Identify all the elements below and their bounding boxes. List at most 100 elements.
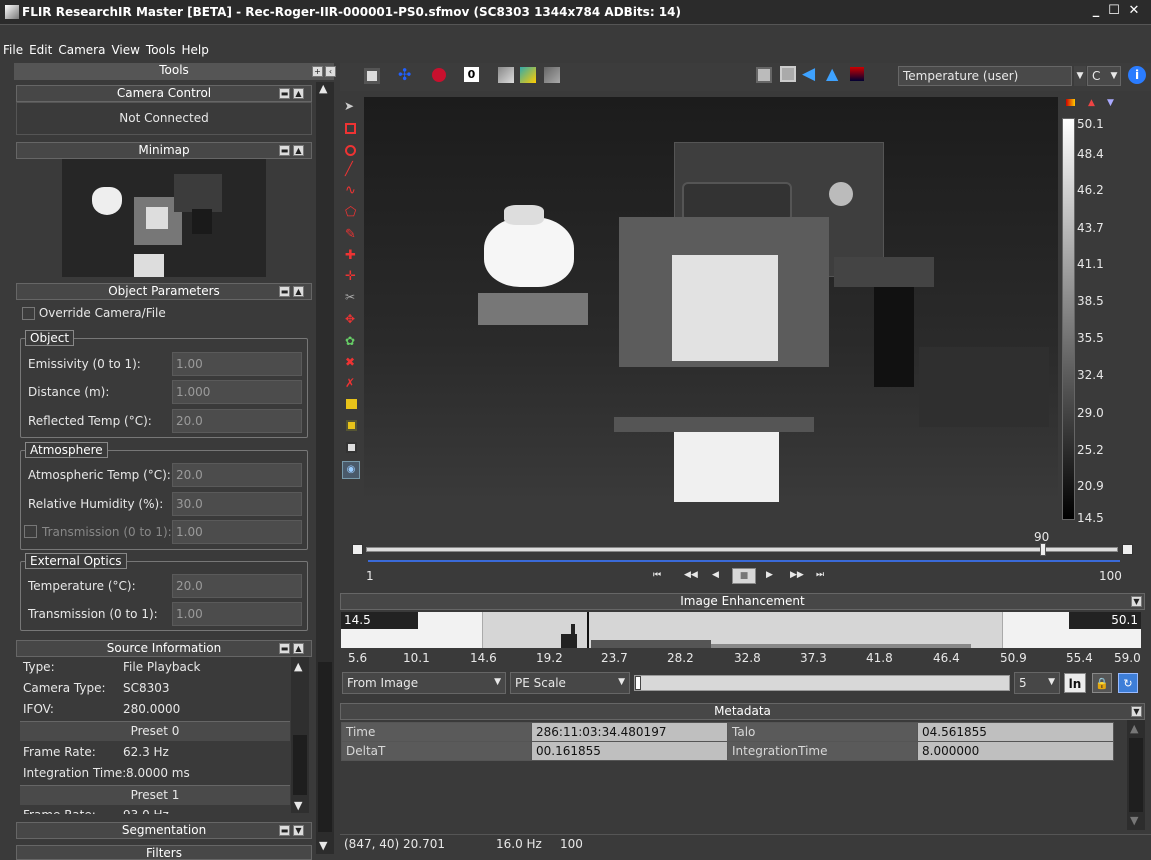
camera-control-header[interactable]: Camera Control ▬ ▲ <box>16 85 312 102</box>
reflected-field[interactable]: 20.0 <box>172 409 302 433</box>
metadata-scroll-up-icon[interactable]: ▲ <box>1130 722 1138 735</box>
scroll-up-icon[interactable]: ▲ <box>294 660 302 673</box>
scale-dropdown-icon[interactable]: ▼ <box>618 677 625 687</box>
rectangle-tool-icon[interactable] <box>345 123 356 134</box>
maximize-button[interactable]: ☐ <box>1106 3 1122 18</box>
layout-icon[interactable] <box>756 67 772 83</box>
zero-icon[interactable]: 0 <box>464 67 479 82</box>
menu-help[interactable]: Help <box>178 41 211 59</box>
preset1-header[interactable]: Preset 1 <box>20 785 290 805</box>
enhancement-slider[interactable] <box>634 675 1010 691</box>
color-roi-icon[interactable]: ✿ <box>345 334 355 348</box>
enhancement-slider-thumb[interactable] <box>635 676 641 690</box>
last-frame-icon[interactable]: ⏭ <box>816 570 824 580</box>
minimap-header[interactable]: Minimap ▬ ▲ <box>16 142 312 159</box>
scale-select[interactable]: PE Scale ▼ <box>510 672 630 694</box>
flip-horizontal-icon[interactable]: ◀ <box>802 64 815 84</box>
disk-icon[interactable] <box>346 442 357 453</box>
segmentation-min-icon[interactable]: ▬ <box>279 825 290 836</box>
optics-temp-field[interactable]: 20.0 <box>172 574 302 598</box>
camera-control-collapse-icon[interactable]: ▲ <box>293 88 304 99</box>
emissivity-field[interactable]: 1.00 <box>172 352 302 376</box>
level-select[interactable]: 5 ▼ <box>1014 672 1060 694</box>
roi-tool-icon[interactable]: ✥ <box>345 312 355 326</box>
point-tool-icon[interactable]: ✚ <box>345 248 356 263</box>
palette-top-icon[interactable] <box>1066 99 1075 106</box>
metadata-scroll-thumb[interactable] <box>1129 738 1143 812</box>
ln-button[interactable]: ln <box>1064 673 1086 693</box>
delete-roi-icon[interactable]: ✖ <box>345 355 355 369</box>
histogram-min[interactable]: 14.5 <box>341 612 418 629</box>
step-forward-icon[interactable]: ▶ <box>766 570 773 580</box>
range-down-icon[interactable]: ▼ <box>1107 98 1114 108</box>
menu-tools[interactable]: Tools <box>143 41 179 59</box>
source-info-min-icon[interactable]: ▬ <box>279 643 290 654</box>
histogram[interactable]: 14.5 50.1 <box>341 612 1141 648</box>
metadata-scroll-down-icon[interactable]: ▼ <box>1130 814 1138 827</box>
transmission-checkbox[interactable] <box>24 525 37 538</box>
source-info-header[interactable]: Source Information ▬ ▲ <box>16 640 312 657</box>
scroll-thumb[interactable] <box>293 735 307 795</box>
override-checkbox[interactable] <box>22 307 35 320</box>
humidity-field[interactable]: 30.0 <box>172 492 302 516</box>
preset0-header[interactable]: Preset 0 <box>20 721 290 741</box>
distance-field[interactable]: 1.000 <box>172 380 302 404</box>
filters-header[interactable]: Filters <box>16 845 312 860</box>
first-frame-icon[interactable]: ⏮ <box>653 570 661 580</box>
thermal-image[interactable] <box>364 97 1058 502</box>
enhancement-header[interactable]: Image Enhancement ▼ <box>340 593 1145 610</box>
save-roi-icon[interactable] <box>346 420 357 431</box>
flip-vertical-icon[interactable]: ▲ <box>826 64 838 83</box>
source-info-scrollbar[interactable]: ▲ ▼ <box>291 657 309 813</box>
export-icon[interactable] <box>544 67 560 83</box>
tools-scroll-thumb[interactable] <box>318 662 332 832</box>
object-params-min-icon[interactable]: ▬ <box>279 286 290 297</box>
colorbar[interactable] <box>1062 118 1075 520</box>
atmo-temp-field[interactable]: 20.0 <box>172 463 302 487</box>
refresh-icon[interactable]: ↻ <box>1118 673 1138 693</box>
rewind-icon[interactable]: ◀◀ <box>684 570 698 580</box>
units-dropdown-icon[interactable]: ▼ <box>1074 66 1086 86</box>
enhancement-collapse-icon[interactable]: ▼ <box>1131 596 1142 607</box>
level-dropdown-icon[interactable]: ▼ <box>1048 677 1055 687</box>
spot-tool-icon[interactable]: ✛ <box>345 269 356 284</box>
minimap-min-icon[interactable]: ▬ <box>279 145 290 156</box>
minimap-image[interactable] <box>62 159 266 277</box>
object-params-header[interactable]: Object Parameters ▬ ▲ <box>16 283 312 300</box>
freehand-tool-icon[interactable]: ✎ <box>345 227 356 242</box>
line-tool-icon[interactable]: ╱ <box>345 162 353 177</box>
menu-camera[interactable]: Camera <box>55 41 108 59</box>
tools-scroll-up-icon[interactable]: ▲ <box>319 82 327 95</box>
tools-scroll-down-icon[interactable]: ▼ <box>319 839 327 852</box>
frame-icon[interactable] <box>780 66 796 82</box>
ellipse-tool-icon[interactable] <box>345 145 356 156</box>
fast-forward-icon[interactable]: ▶▶ <box>790 570 804 580</box>
slider-right-button[interactable] <box>1122 544 1133 555</box>
polyline-tool-icon[interactable]: ∿ <box>345 183 356 198</box>
minimap-collapse-icon[interactable]: ▲ <box>293 145 304 156</box>
step-back-icon[interactable]: ◀ <box>712 570 719 580</box>
menu-edit[interactable]: Edit <box>26 41 55 59</box>
units-select[interactable]: Temperature (user) <box>898 66 1072 86</box>
frame-slider-thumb[interactable] <box>1040 543 1046 556</box>
lock-icon[interactable]: 🔒 <box>1092 673 1112 693</box>
view-mode-icon[interactable] <box>364 68 380 84</box>
palette-icon[interactable] <box>850 67 864 81</box>
select-tool-icon[interactable]: ➤ <box>344 99 354 113</box>
slider-left-button[interactable] <box>352 544 363 555</box>
open-roi-icon[interactable] <box>346 399 357 409</box>
histogram-max[interactable]: 50.1 <box>1069 612 1141 629</box>
optics-trans-field[interactable]: 1.00 <box>172 602 302 626</box>
tools-close-icon[interactable]: ‹ <box>325 66 336 77</box>
tools-scrollbar[interactable]: ▲ ▼ <box>316 82 334 854</box>
range-source-dropdown-icon[interactable]: ▼ <box>494 677 501 687</box>
menu-file[interactable]: File <box>0 41 26 59</box>
snapshot-icon[interactable] <box>498 67 514 83</box>
menu-view[interactable]: View <box>108 41 142 59</box>
segmentation-expand-icon[interactable]: ▼ <box>293 825 304 836</box>
delete-all-icon[interactable]: ✗ <box>345 376 355 390</box>
transmission-field[interactable]: 1.00 <box>172 520 302 544</box>
metadata-header[interactable]: Metadata ▼ <box>340 703 1145 720</box>
record-icon[interactable] <box>432 68 446 82</box>
info-icon[interactable]: i <box>1128 66 1146 84</box>
